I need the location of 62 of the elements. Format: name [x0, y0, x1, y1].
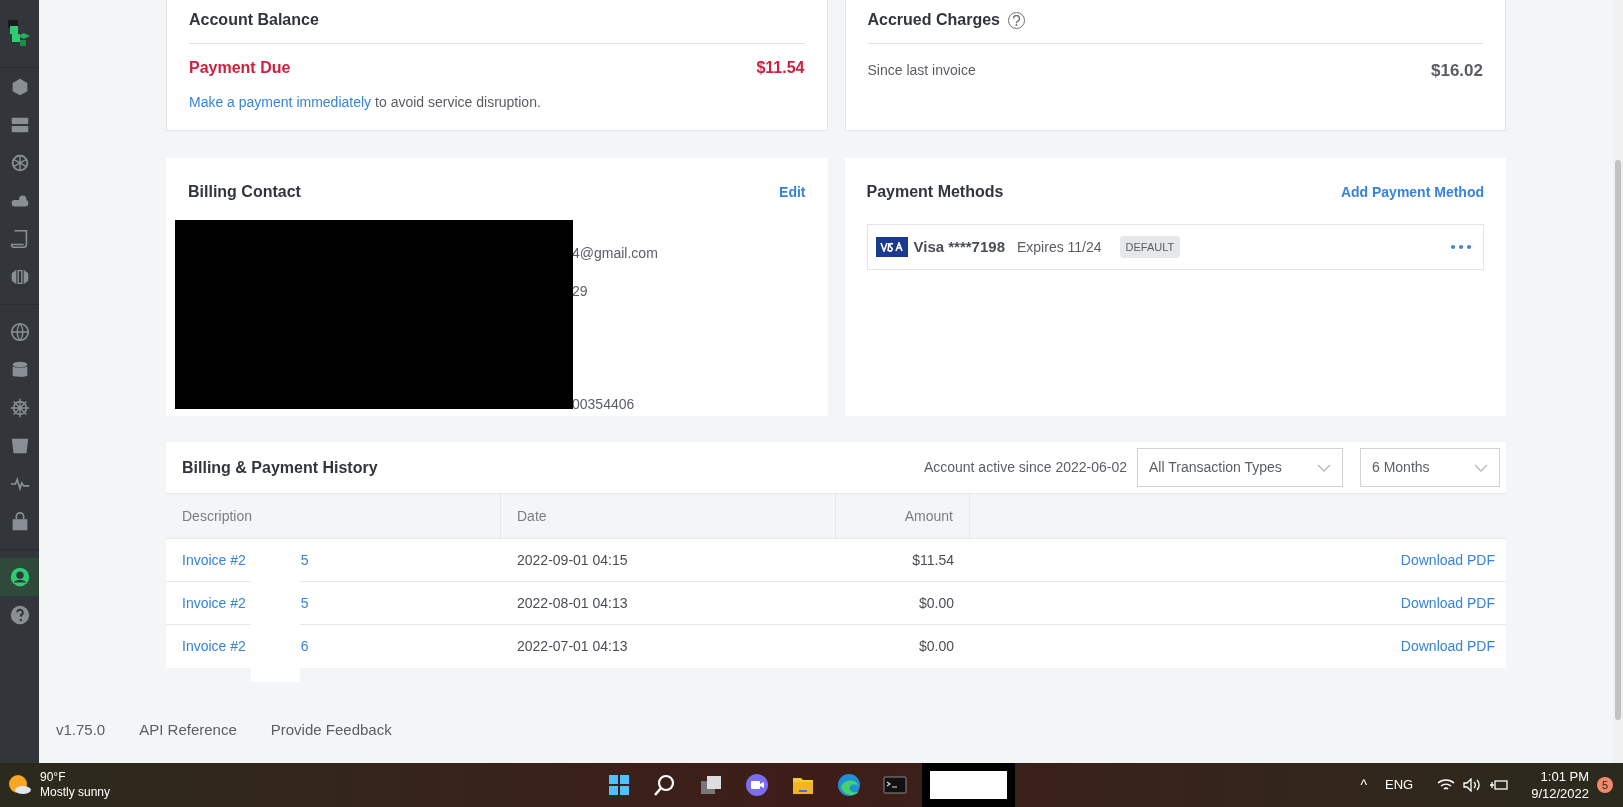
- notification-badge[interactable]: 5: [1597, 777, 1613, 793]
- card-expiry: Expires 11/24: [1017, 237, 1102, 257]
- system-tray-icons[interactable]: [1437, 778, 1510, 792]
- charges-label: Since last invoice: [867, 61, 976, 81]
- edit-link[interactable]: Edit: [779, 181, 806, 203]
- table-cell-text: 2022-07-01 04:13: [516, 637, 629, 656]
- invoice-link[interactable]: Invoice #2: [182, 549, 246, 571]
- visa-card-icon: [875, 237, 908, 257]
- card-title: Billing Contact: [188, 182, 301, 202]
- chevron-icon: [1474, 463, 1488, 472]
- wheel-icon: [8, 397, 31, 419]
- scrollbar[interactable]: [1613, 0, 1623, 763]
- more-options-icon[interactable]: [1451, 245, 1471, 249]
- account-active-text: Account active since 2022-06-02: [923, 458, 1127, 477]
- contact-line: 4@gmail.com: [572, 244, 659, 263]
- chevron-icon: [1317, 463, 1331, 472]
- temperature-text: 90°F: [40, 770, 67, 785]
- download-link[interactable]: Download PDF: [1400, 592, 1495, 614]
- column-header[interactable]: Description: [182, 505, 253, 527]
- user-icon: [8, 566, 31, 588]
- weather-text: Mostly sunny: [40, 785, 111, 800]
- footer-link[interactable]: API Reference: [139, 718, 237, 741]
- globe-icon: [8, 321, 31, 343]
- footer-link[interactable]: Provide Feedback: [270, 718, 392, 741]
- table-cell-text: $11.54: [911, 550, 955, 570]
- column-header[interactable]: Date: [517, 505, 547, 527]
- invoice-link[interactable]: Invoice #2: [182, 636, 246, 657]
- clock-date[interactable]: 9/12/2022: [1531, 785, 1589, 802]
- table-cell-text: 2022-09-01 04:15: [516, 550, 629, 570]
- card-title: Account Balance: [189, 8, 805, 44]
- contact-line: 29: [572, 282, 589, 301]
- clock-time[interactable]: 1:01 PM: [1540, 768, 1589, 785]
- payment-link[interactable]: Make a payment immediately: [189, 94, 372, 110]
- balance-amount: $11.54: [756, 58, 805, 78]
- message-text: to avoid service disruption.: [375, 94, 541, 110]
- card-title: Accrued Charges: [867, 10, 1000, 30]
- language-indicator[interactable]: ENG: [1385, 775, 1414, 795]
- help-icon: [8, 604, 31, 626]
- card-number: Visa ****7198: [913, 236, 1005, 257]
- column-header[interactable]: Amount: [904, 505, 953, 527]
- invoice-link[interactable]: 6: [300, 636, 309, 657]
- default-badge: DEFAULT: [1119, 235, 1181, 259]
- card-title: Billing & Payment History: [182, 457, 378, 478]
- weather-icon[interactable]: [8, 774, 32, 796]
- table-cell-text: $0.00: [917, 637, 955, 656]
- dropdown-select[interactable]: 6 Months: [1360, 448, 1500, 487]
- table-cell-text: 2022-08-01 04:13: [516, 593, 629, 613]
- contact-line: 00354406: [572, 395, 636, 414]
- version-text: v1.75.0: [56, 719, 106, 740]
- invoice-link[interactable]: 5: [300, 549, 309, 571]
- card-title: Payment Methods: [866, 182, 1004, 202]
- dropdown-select[interactable]: All Transaction Types: [1137, 448, 1343, 487]
- tray-caret[interactable]: ^: [1360, 774, 1367, 796]
- add-payment-link[interactable]: Add Payment Method: [1340, 181, 1484, 203]
- sidebar-item[interactable]: [0, 558, 39, 596]
- invoice-link[interactable]: Invoice #2: [182, 592, 246, 614]
- download-link[interactable]: Download PDF: [1400, 549, 1495, 571]
- payment-status: Payment Due: [189, 58, 291, 78]
- invoice-link[interactable]: 5: [300, 592, 309, 614]
- charges-amount: $16.02: [1431, 60, 1483, 82]
- download-link[interactable]: Download PDF: [1400, 636, 1495, 657]
- table-cell-text: $0.00: [917, 593, 955, 613]
